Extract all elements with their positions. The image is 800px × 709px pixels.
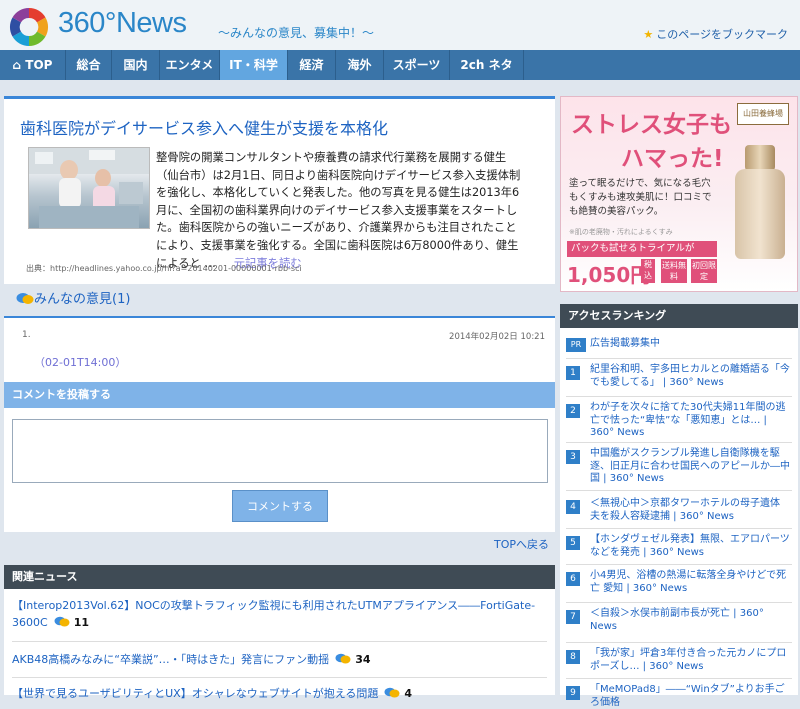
ad-brand-logo: 山田養蜂場 <box>737 103 789 125</box>
rank-badge: 2 <box>566 404 580 418</box>
rank-badge: 6 <box>566 572 580 586</box>
bookmark-link[interactable]: ★ このページをブックマーク <box>643 26 788 42</box>
article-source: 出典：http://headlines.yahoo.co.jp/hl?a=201… <box>26 264 302 273</box>
rank-badge: 4 <box>566 500 580 514</box>
comment-input[interactable] <box>12 419 548 483</box>
opinions-heading: みんなの意見(1) <box>16 288 130 307</box>
advertisement-banner[interactable]: 山田養蜂場 ストレス女子も ハマった! 塗って眠るだけで、気になる毛穴もくすみも… <box>560 96 798 292</box>
ranking-title[interactable]: 【ホンダヴェゼル発表】無限、エアロパーツなどを発売 | 360° News <box>590 534 790 559</box>
related-item[interactable]: 【Interop2013Vol.62】NOCの攻撃トラフィック監視にも利用された… <box>12 597 547 631</box>
speech-bubble-icon <box>335 653 351 664</box>
tab-it-science[interactable]: IT・科学 <box>220 50 288 80</box>
related-news-list: 【Interop2013Vol.62】NOCの攻撃トラフィック監視にも利用された… <box>4 589 555 700</box>
divider <box>566 396 792 397</box>
comment-count: 4 <box>404 687 413 700</box>
product-cap-image <box>745 145 775 171</box>
tab-general[interactable]: 総合 <box>66 50 112 80</box>
home-icon: ⌂ <box>12 58 22 72</box>
divider <box>566 358 792 359</box>
rank-badge: 1 <box>566 366 580 380</box>
speech-bubble-icon <box>384 687 400 698</box>
access-ranking-heading: アクセスランキング <box>560 304 798 328</box>
rank-badge: 3 <box>566 450 580 464</box>
ranking-title[interactable]: 広告掲載募集中 <box>590 338 790 351</box>
ranking-title[interactable]: 「我が家」坪倉3年付き合った元カノにプロポーズし… | 360° News <box>590 648 790 673</box>
ranking-title[interactable]: ＜無視心中＞京都タワーホテルの母子遺体 夫を殺人容疑逮捕 | 360° News <box>590 498 790 523</box>
comment-date: 2014年02月02日 10:21 <box>449 332 545 342</box>
site-brand[interactable]: 360°News <box>58 7 187 40</box>
tab-entertainment[interactable]: エンタメ <box>160 50 220 80</box>
ad-headline: ハマった! <box>621 146 724 172</box>
divider <box>566 442 792 443</box>
speech-bubble-icon <box>16 293 34 304</box>
ad-free-shipping-badge: 送料無料 <box>661 259 687 283</box>
bookmark-label: このページをブックマーク <box>656 28 788 41</box>
related-item[interactable]: 【世界で見るユーザビリティとUX】オシャレなウェブサイトが抱える問題 4 <box>12 685 547 702</box>
related-news-heading: 関連ニュース <box>4 565 555 589</box>
ranking-title[interactable]: 紀里谷和明、宇多田ヒカルとの離婚語る「今でも愛してる」 | 360° News <box>590 364 790 389</box>
site-header: 360°News ～みんなの意見、募集中！～ ★ このページをブックマーク <box>0 0 800 50</box>
comment-count: 11 <box>73 616 89 629</box>
divider <box>566 642 792 643</box>
ranking-title[interactable]: 小4男児、浴槽の熱湯に転落全身やけどで死亡 愛知 | 360° News <box>590 570 790 595</box>
rank-badge: 8 <box>566 650 580 664</box>
rank-badge: 7 <box>566 610 580 624</box>
comment-number: 1. <box>22 330 31 340</box>
tab-2ch-neta[interactable]: 2ch ネタ <box>450 50 524 80</box>
ad-copy: 塗って眠るだけで、気になる毛穴もくすみも速攻美肌に！口コミでも絶賛の美容パック。 <box>569 178 712 217</box>
related-item-title[interactable]: AKB48高橋みなみに“卒業説”…・「時はきた」発言にファン動揺 <box>12 653 329 666</box>
divider <box>566 490 792 491</box>
product-bottle-image <box>735 169 785 259</box>
ranking-title[interactable]: 「MeMOPad8」――“Winタブ”よりお手ごろ価格 <box>590 684 790 709</box>
ad-price: 1,050円 <box>567 263 651 287</box>
related-item-title[interactable]: 【世界で見るユーザビリティとUX】オシャレなウェブサイトが抱える問題 <box>12 687 378 700</box>
ad-first-time-badge: 初回限定 <box>691 259 717 283</box>
site-tagline: ～みんなの意見、募集中！～ <box>218 26 375 40</box>
tab-top[interactable]: ⌂ TOP <box>0 50 66 80</box>
ad-note: ※肌の老廃物・汚れによるくすみ <box>569 228 673 236</box>
divider <box>12 677 547 678</box>
rank-badge: PR <box>566 338 586 352</box>
ad-trial-label: パックも試せるトライアルが <box>567 241 717 257</box>
comment-count: 34 <box>355 653 371 666</box>
comment-item: 1. 2014年02月02日 10:21 （02-01T14:00） <box>4 316 555 382</box>
related-item[interactable]: AKB48高橋みなみに“卒業説”…・「時はきた」発言にファン動揺 34 <box>12 651 547 668</box>
main-nav: ⌂ TOP 総合 国内 エンタメ IT・科学 経済 海外 スポーツ 2ch ネタ <box>0 50 800 80</box>
speech-bubble-icon <box>54 616 70 627</box>
dental-clinic-image <box>29 148 149 228</box>
article: 歯科医院がデイサービス参入へ健生が支援を本格化 整骨院の開業コンサルタントや療養… <box>4 96 555 284</box>
divider <box>566 602 792 603</box>
article-text: 整骨院の開業コンサルタントや療養費の請求代行業務を展開する健生（仙台市）は2月1… <box>156 151 521 270</box>
ad-headline: ストレス女子も <box>571 112 732 138</box>
tab-sports[interactable]: スポーツ <box>384 50 450 80</box>
article-title[interactable]: 歯科医院がデイサービス参入へ健生が支援を本格化 <box>20 115 388 139</box>
tab-domestic[interactable]: 国内 <box>112 50 160 80</box>
rank-badge: 9 <box>566 686 580 700</box>
comment-text: （02-01T14:00） <box>34 356 127 369</box>
divider <box>566 678 792 679</box>
post-comment-heading: コメントを投稿する <box>4 382 555 408</box>
star-icon: ★ <box>643 28 654 41</box>
tab-economy[interactable]: 経済 <box>288 50 336 80</box>
ranking-title[interactable]: わが子を次々に捨てた30代夫婦11年間の逃亡で怯った“卑怯”な「悪知恵」とは… … <box>590 402 790 440</box>
ad-tax-badge: 税込 <box>641 259 655 283</box>
access-ranking-list: PR 広告掲載募集中 1 紀里谷和明、宇多田ヒカルとの離婚語る「今でも愛してる」 |… <box>560 328 798 708</box>
related-item-title[interactable]: 【Interop2013Vol.62】NOCの攻撃トラフィック監視にも利用された… <box>12 599 535 629</box>
article-body: 整骨院の開業コンサルタントや療養費の請求代行業務を展開する健生（仙台市）は2月1… <box>156 149 526 272</box>
post-comment-area: コメントする <box>4 408 555 532</box>
ranking-title[interactable]: 中国艦がスクランブル発進し自衛隊機を駆逐、旧正月に合わせ国民へのアピールか―中国… <box>590 448 790 486</box>
back-to-top-link[interactable]: TOPへ戻る <box>494 536 549 552</box>
comment-submit-button[interactable]: コメントする <box>232 490 328 522</box>
divider <box>566 528 792 529</box>
ranking-item[interactable]: PR 広告掲載募集中 <box>566 336 792 352</box>
divider <box>12 641 547 642</box>
article-photo[interactable] <box>28 147 150 229</box>
divider <box>566 564 792 565</box>
logo-icon[interactable] <box>8 6 50 48</box>
tab-overseas[interactable]: 海外 <box>336 50 384 80</box>
ranking-title[interactable]: ＜自殺＞水俣市前副市長が死亡 | 360° News <box>590 608 790 633</box>
rank-badge: 5 <box>566 536 580 550</box>
